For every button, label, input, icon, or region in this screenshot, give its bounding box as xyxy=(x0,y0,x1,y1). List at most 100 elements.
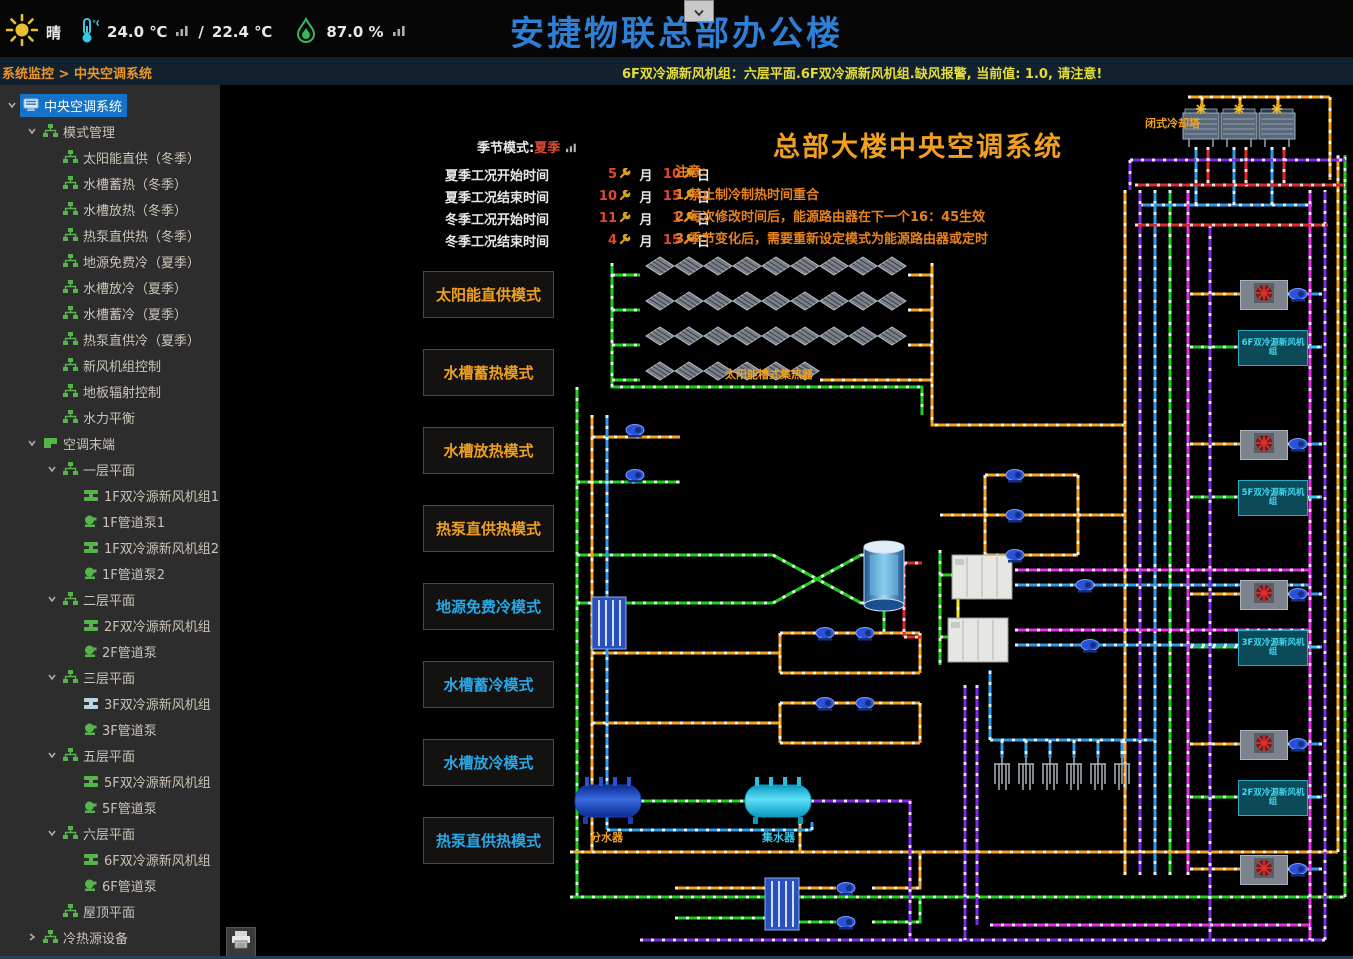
pump[interactable] xyxy=(837,883,855,896)
season-month-value[interactable]: 11 xyxy=(595,211,617,226)
plate-heat-exchanger[interactable] xyxy=(765,878,799,930)
pump[interactable] xyxy=(626,425,644,438)
chevron-right-icon[interactable] xyxy=(24,932,40,942)
mode-button[interactable]: 水槽蓄热模式 xyxy=(423,349,554,396)
air-handling-unit[interactable] xyxy=(1240,730,1288,760)
chevron-down-icon[interactable] xyxy=(4,100,20,110)
sidebar-item[interactable]: 2F双冷源新风机组 xyxy=(0,612,220,638)
alarm-message[interactable]: 6F双冷源新风机组：六层平面.6F双冷源新风机组.缺风报警, 当前值: 1.0,… xyxy=(622,63,1102,82)
sitemap-icon xyxy=(43,124,58,138)
chevron-down-icon[interactable] xyxy=(24,126,40,136)
sidebar-item[interactable]: 水力平衡 xyxy=(0,404,220,430)
sidebar-item[interactable]: 屋顶平面 xyxy=(0,898,220,924)
sidebar-item[interactable]: 一层平面 xyxy=(0,456,220,482)
season-month-value[interactable]: 5 xyxy=(595,167,617,182)
fresh-air-unit[interactable]: 6F双冷源新风机组 xyxy=(1238,330,1308,366)
mode-button[interactable]: 热泵直供热模式 xyxy=(423,817,554,864)
sidebar-item[interactable]: 地板辐射控制 xyxy=(0,378,220,404)
season-month-value[interactable]: 10 xyxy=(595,189,617,204)
mode-button[interactable]: 地源免费冷模式 xyxy=(423,583,554,630)
sidebar-item[interactable]: 五层平面 xyxy=(0,742,220,768)
storage-tank[interactable] xyxy=(864,541,904,611)
sidebar-item[interactable]: 模式管理 xyxy=(0,118,220,144)
chevron-down-icon[interactable] xyxy=(44,464,60,474)
pipeline-pump[interactable] xyxy=(1288,437,1310,456)
trend-icon[interactable] xyxy=(565,142,578,153)
sidebar-item[interactable]: 2F管道泵 xyxy=(0,638,220,664)
wrench-icon[interactable] xyxy=(619,190,631,202)
sidebar-item[interactable]: 1F双冷源新风机组2 xyxy=(0,534,220,560)
sidebar-item[interactable]: 二层平面 xyxy=(0,586,220,612)
sidebar-item[interactable]: 空调末端 xyxy=(0,430,220,456)
pump[interactable] xyxy=(837,917,855,930)
pump[interactable] xyxy=(856,698,874,711)
wrench-icon[interactable] xyxy=(619,168,631,180)
pump[interactable] xyxy=(626,470,644,483)
sidebar-item[interactable]: 热泵直供冷（夏季） xyxy=(0,326,220,352)
sidebar-item[interactable]: 1F管道泵1 xyxy=(0,508,220,534)
sidebar-item[interactable]: 水槽放热（冬季） xyxy=(0,196,220,222)
sidebar-item[interactable]: 6F双冷源新风机组 xyxy=(0,846,220,872)
pump[interactable] xyxy=(1006,550,1024,563)
sidebar-item[interactable]: 3F管道泵 xyxy=(0,716,220,742)
air-handling-unit[interactable] xyxy=(1240,280,1288,310)
pump[interactable] xyxy=(816,698,834,711)
sidebar-item[interactable]: 水槽放冷（夏季） xyxy=(0,274,220,300)
sidebar-item[interactable]: 热泵直供热（冬季） xyxy=(0,222,220,248)
cooling-tower[interactable] xyxy=(1221,104,1257,147)
pump[interactable] xyxy=(1006,470,1024,483)
pipeline-pump[interactable] xyxy=(1288,287,1310,306)
pump[interactable] xyxy=(1081,640,1099,653)
chevron-down-icon[interactable] xyxy=(44,594,60,604)
plate-heat-exchanger[interactable] xyxy=(592,597,626,649)
sidebar-item[interactable]: 6F管道泵 xyxy=(0,872,220,898)
pipeline-pump[interactable] xyxy=(1288,862,1310,881)
fresh-air-unit[interactable]: 2F双冷源新风机组 xyxy=(1238,780,1308,816)
wrench-icon[interactable] xyxy=(619,234,631,246)
mode-button[interactable]: 水槽放热模式 xyxy=(423,427,554,474)
sidebar-item[interactable]: 地源免费冷（夏季） xyxy=(0,248,220,274)
mode-button[interactable]: 热泵直供热模式 xyxy=(423,505,554,552)
pump[interactable] xyxy=(1076,580,1094,593)
pump[interactable] xyxy=(856,628,874,641)
sidebar-item[interactable]: 太阳能直供（冬季） xyxy=(0,144,220,170)
mode-button[interactable]: 水槽蓄冷模式 xyxy=(423,661,554,708)
sidebar-item[interactable]: 1F管道泵2 xyxy=(0,560,220,586)
sidebar-item[interactable]: 中央空调系统 xyxy=(0,92,220,118)
sidebar-item[interactable]: 5F双冷源新风机组 xyxy=(0,768,220,794)
sidebar-item[interactable]: 三层平面 xyxy=(0,664,220,690)
pump[interactable] xyxy=(1006,510,1024,523)
mode-button[interactable]: 水槽放冷模式 xyxy=(423,739,554,786)
sidebar-item[interactable]: 3F双冷源新风机组 xyxy=(0,690,220,716)
chevron-down-icon[interactable] xyxy=(44,672,60,682)
season-month-value[interactable]: 4 xyxy=(595,233,617,248)
pipeline-pump[interactable] xyxy=(1288,587,1310,606)
sidebar-item[interactable]: 水槽蓄冷（夏季） xyxy=(0,300,220,326)
chevron-down-icon[interactable] xyxy=(44,828,60,838)
air-handling-unit[interactable] xyxy=(1240,580,1288,610)
print-button[interactable] xyxy=(226,927,256,957)
water-collector[interactable] xyxy=(745,777,811,824)
air-handling-unit[interactable] xyxy=(1240,855,1288,885)
sidebar-item[interactable]: 5F管道泵 xyxy=(0,794,220,820)
fresh-air-unit[interactable]: 3F双冷源新风机组 xyxy=(1238,630,1308,666)
sidebar-item[interactable]: 新风机组控制 xyxy=(0,352,220,378)
pump[interactable] xyxy=(816,628,834,641)
sidebar-item[interactable]: 六层平面 xyxy=(0,820,220,846)
air-handling-unit[interactable] xyxy=(1240,430,1288,460)
breadcrumb[interactable]: 系统监控 > 中央空调系统 xyxy=(2,63,152,82)
chevron-down-icon[interactable] xyxy=(24,438,40,448)
sidebar-item[interactable]: 水槽蓄热（冬季） xyxy=(0,170,220,196)
heat-pump-cabinet[interactable] xyxy=(948,618,1008,662)
header-collapse-tab[interactable] xyxy=(684,0,714,22)
chevron-down-icon[interactable] xyxy=(44,750,60,760)
cooling-tower[interactable] xyxy=(1259,104,1295,147)
mode-button[interactable]: 太阳能直供模式 xyxy=(423,271,554,318)
heat-pump-cabinet[interactable] xyxy=(952,555,1012,599)
pipeline-pump[interactable] xyxy=(1288,737,1310,756)
sidebar-item[interactable]: 1F双冷源新风机组1 xyxy=(0,482,220,508)
sidebar-item[interactable]: 冷热源设备 xyxy=(0,924,220,950)
wrench-icon[interactable] xyxy=(619,212,631,224)
sidebar-item-label: 2F双冷源新风机组 xyxy=(104,616,211,635)
fresh-air-unit[interactable]: 5F双冷源新风机组 xyxy=(1238,480,1308,516)
